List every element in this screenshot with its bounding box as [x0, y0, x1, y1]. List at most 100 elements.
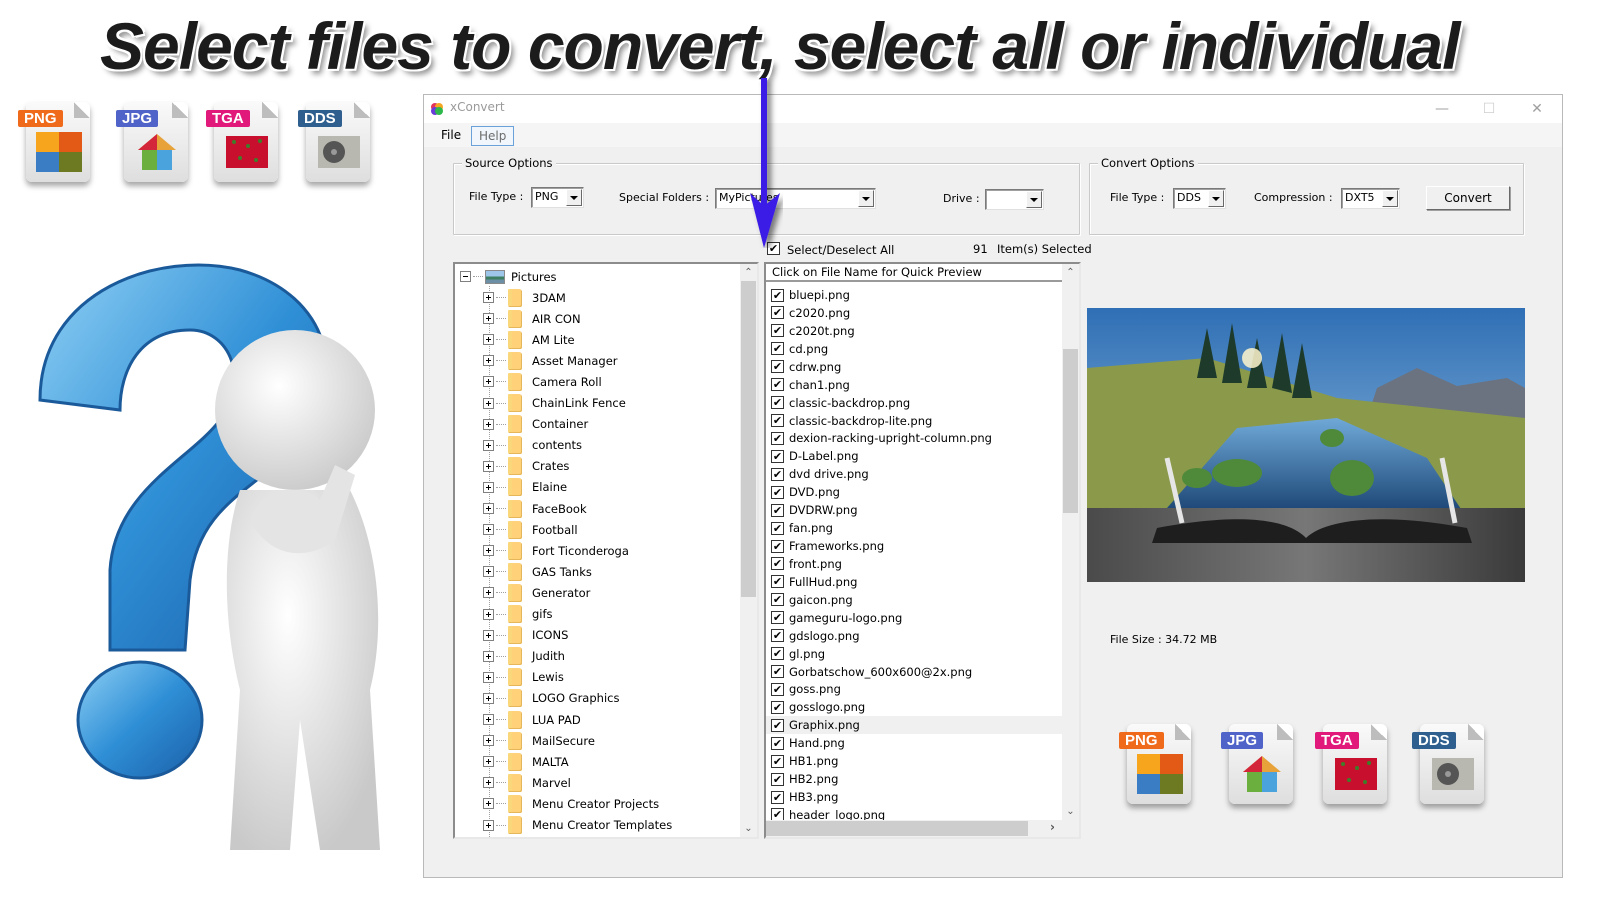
expand-icon[interactable]	[483, 650, 494, 662]
file-list-item[interactable]: c2020t.png	[766, 322, 1062, 340]
file-name[interactable]: goss.png	[789, 682, 841, 696]
file-name[interactable]: cd.png	[789, 342, 828, 356]
file-name[interactable]: D-Label.png	[789, 449, 859, 463]
file-checkbox[interactable]	[771, 665, 784, 679]
file-list-item[interactable]: D-Label.png	[766, 447, 1062, 465]
expand-icon[interactable]	[483, 292, 494, 303]
expand-icon[interactable]	[483, 608, 494, 620]
tree-folder-item[interactable]: GAS Tanks	[483, 561, 592, 582]
file-name[interactable]: gameguru-logo.png	[789, 611, 902, 625]
tree-folder-item[interactable]: Asset Manager	[483, 350, 618, 371]
expand-icon[interactable]	[483, 587, 494, 599]
file-list-item[interactable]: cd.png	[766, 340, 1062, 358]
file-list-item[interactable]: FullHud.png	[766, 573, 1062, 591]
file-list-item[interactable]: Hand.png	[766, 734, 1062, 752]
tree-folder-item[interactable]: ICONS	[483, 625, 568, 646]
scroll-down-icon[interactable]: ⌄	[740, 820, 757, 837]
file-checkbox[interactable]	[771, 557, 784, 571]
file-checkbox[interactable]	[771, 593, 784, 607]
file-name[interactable]: c2020t.png	[789, 324, 855, 338]
file-list-item[interactable]: gameguru-logo.png	[766, 609, 1062, 627]
file-checkbox[interactable]	[771, 467, 784, 481]
file-name[interactable]: gdslogo.png	[789, 629, 860, 643]
file-list-item[interactable]: gaicon.png	[766, 591, 1062, 609]
file-list-item[interactable]: DVDRW.png	[766, 501, 1062, 519]
convert-file-type-select[interactable]: DDS	[1173, 188, 1226, 209]
tree-folder-item[interactable]: AM Lite	[483, 329, 575, 350]
tree-folder-item[interactable]: Menu Creator Projects	[483, 793, 659, 814]
expand-icon[interactable]	[483, 735, 494, 747]
tree-folder-item[interactable]: 3DAM	[483, 287, 566, 308]
expand-icon[interactable]	[483, 439, 494, 451]
file-checkbox[interactable]	[771, 790, 784, 804]
minimize-button[interactable]: —	[1419, 95, 1465, 123]
file-list-item[interactable]: dexion-racking-upright-column.png	[766, 429, 1062, 447]
file-checkbox[interactable]	[771, 324, 784, 338]
file-name[interactable]: fan.png	[789, 521, 833, 535]
tree-folder-item[interactable]: contents	[483, 435, 582, 456]
file-list-item[interactable]: HB3.png	[766, 788, 1062, 806]
chevron-down-icon[interactable]	[1026, 191, 1042, 208]
expand-icon[interactable]	[483, 503, 494, 514]
tree-folder-item[interactable]: MALTA	[483, 751, 569, 772]
file-list-item[interactable]: bluepi.png	[766, 286, 1062, 304]
tree-folder-item[interactable]: LUA PAD	[483, 709, 581, 730]
file-name[interactable]: Graphix.png	[789, 718, 860, 732]
file-checkbox[interactable]	[771, 431, 784, 445]
tree-folder-item[interactable]: FaceBook	[483, 498, 587, 519]
tree-folder-item[interactable]: LOGO Graphics	[483, 688, 619, 709]
file-list-item[interactable]: cdrw.png	[766, 358, 1062, 376]
file-checkbox[interactable]	[771, 360, 784, 374]
tree-folder-item[interactable]: Crates	[483, 456, 569, 477]
scroll-right-icon[interactable]: ›	[1044, 820, 1061, 837]
file-checkbox[interactable]	[771, 306, 784, 320]
file-list-item[interactable]: Gorbatschow_600x600@2x.png	[766, 663, 1062, 681]
file-checkbox[interactable]	[771, 611, 784, 625]
file-name[interactable]: gaicon.png	[789, 593, 853, 607]
file-checkbox[interactable]	[771, 736, 784, 750]
file-checkbox[interactable]	[771, 288, 784, 302]
expand-icon[interactable]	[483, 524, 494, 536]
file-checkbox[interactable]	[771, 414, 784, 427]
file-name[interactable]: Gorbatschow_600x600@2x.png	[789, 665, 972, 679]
file-checkbox[interactable]	[771, 575, 784, 589]
file-checkbox[interactable]	[771, 485, 784, 499]
scroll-up-icon[interactable]: ⌃	[740, 264, 757, 281]
file-list-item[interactable]: gdslogo.png	[766, 627, 1062, 645]
tree-folder-item[interactable]: AIR CON	[483, 308, 581, 329]
tree-folder-item[interactable]: Marvel	[483, 772, 571, 793]
tree-folder-item[interactable]: gifs	[483, 604, 553, 625]
tree-folder-item[interactable]: ChainLink Fence	[483, 393, 626, 414]
expand-icon[interactable]	[483, 376, 494, 388]
file-checkbox[interactable]	[771, 378, 784, 392]
tree-folder-item[interactable]: Football	[483, 519, 578, 540]
tree-folder-item[interactable]: Lewis	[483, 667, 564, 688]
file-list-item[interactable]: gl.png	[766, 645, 1062, 663]
file-checkbox[interactable]	[771, 700, 784, 714]
scroll-up-icon[interactable]: ⌃	[1062, 264, 1079, 281]
tree-folder-item[interactable]: MailSecure	[483, 730, 595, 751]
file-name[interactable]: gl.png	[789, 647, 825, 661]
drive-select[interactable]	[985, 189, 1044, 210]
maximize-button[interactable]: ☐	[1466, 95, 1512, 123]
scroll-thumb[interactable]	[1063, 349, 1078, 513]
file-checkbox[interactable]	[771, 503, 784, 517]
file-name[interactable]: DVDRW.png	[789, 503, 858, 517]
expand-icon[interactable]	[483, 355, 494, 367]
close-button[interactable]: ✕	[1514, 95, 1560, 123]
file-name[interactable]: front.png	[789, 557, 842, 571]
chevron-down-icon[interactable]	[1208, 190, 1224, 207]
file-checkbox[interactable]	[771, 342, 784, 356]
file-checkbox[interactable]	[771, 647, 784, 661]
file-name[interactable]: DVD.png	[789, 485, 840, 499]
file-checkbox[interactable]	[771, 521, 784, 535]
file-list-item[interactable]: fan.png	[766, 519, 1062, 537]
file-name[interactable]: cdrw.png	[789, 360, 841, 374]
file-name[interactable]: HB3.png	[789, 790, 838, 804]
file-name[interactable]: chan1.png	[789, 378, 850, 392]
expand-icon[interactable]	[483, 460, 494, 472]
expand-icon[interactable]	[483, 313, 494, 325]
tree-folder-item[interactable]: Menu Creator Templates	[483, 815, 672, 836]
select-all-label[interactable]: Select/Deselect All	[787, 243, 894, 257]
expand-icon[interactable]	[483, 692, 494, 704]
